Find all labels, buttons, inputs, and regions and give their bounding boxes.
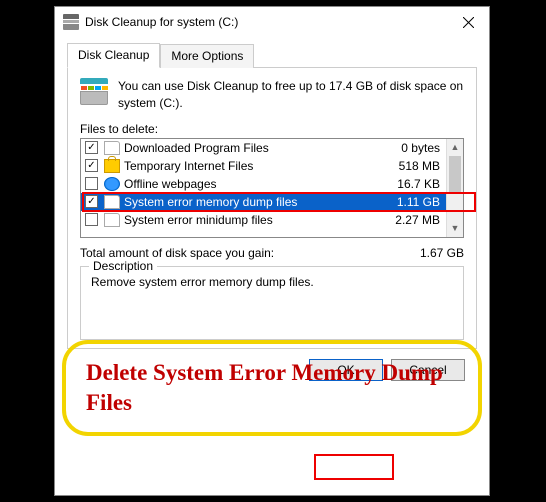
file-size: 16.7 KB bbox=[380, 177, 442, 191]
file-checkbox[interactable] bbox=[85, 177, 98, 190]
close-icon bbox=[463, 17, 474, 28]
file-name: Offline webpages bbox=[124, 177, 380, 191]
total-value: 1.67 GB bbox=[420, 246, 464, 260]
info-text: You can use Disk Cleanup to free up to 1… bbox=[118, 78, 464, 112]
file-size: 518 MB bbox=[380, 159, 442, 173]
total-label: Total amount of disk space you gain: bbox=[80, 246, 420, 260]
window-title: Disk Cleanup for system (C:) bbox=[85, 15, 447, 29]
files-to-delete-label: Files to delete: bbox=[80, 122, 464, 136]
total-row: Total amount of disk space you gain: 1.6… bbox=[80, 246, 464, 260]
description-text: Remove system error memory dump files. bbox=[91, 275, 453, 289]
file-checkbox[interactable] bbox=[85, 159, 98, 172]
scroll-thumb[interactable] bbox=[449, 156, 461, 192]
files-listbox[interactable]: Downloaded Program Files 0 bytes Tempora… bbox=[80, 138, 464, 238]
file-icon bbox=[104, 195, 120, 209]
close-button[interactable] bbox=[447, 8, 489, 36]
file-size: 0 bytes bbox=[380, 141, 442, 155]
file-row[interactable]: Offline webpages 16.7 KB bbox=[81, 175, 446, 193]
annotation-callout-text: Delete System Error Memory Dump Files bbox=[86, 358, 458, 418]
file-row[interactable]: Temporary Internet Files 518 MB bbox=[81, 157, 446, 175]
file-size: 1.11 GB bbox=[380, 195, 442, 209]
drive-icon bbox=[63, 14, 79, 30]
scrollbar[interactable]: ▲ ▼ bbox=[446, 139, 463, 237]
file-name: System error memory dump files bbox=[124, 195, 380, 209]
file-row[interactable]: System error minidump files 2.27 MB bbox=[81, 211, 446, 229]
file-checkbox[interactable] bbox=[85, 141, 98, 154]
file-checkbox[interactable] bbox=[85, 213, 98, 226]
tab-more-options[interactable]: More Options bbox=[160, 44, 254, 68]
files-list-inner: Downloaded Program Files 0 bytes Tempora… bbox=[81, 139, 446, 237]
tab-strip: Disk Cleanup More Options bbox=[67, 43, 477, 68]
file-name: Temporary Internet Files bbox=[124, 159, 380, 173]
info-row: You can use Disk Cleanup to free up to 1… bbox=[80, 78, 464, 112]
description-legend: Description bbox=[89, 259, 157, 273]
tab-panel: You can use Disk Cleanup to free up to 1… bbox=[67, 68, 477, 349]
scroll-down-button[interactable]: ▼ bbox=[447, 220, 463, 237]
file-name: System error minidump files bbox=[124, 213, 380, 227]
file-icon bbox=[104, 213, 120, 227]
scroll-track[interactable] bbox=[447, 156, 463, 220]
file-row-selected[interactable]: System error memory dump files 1.11 GB bbox=[81, 193, 446, 211]
file-icon bbox=[104, 141, 120, 155]
disk-cleanup-icon bbox=[80, 78, 108, 106]
description-group: Description Remove system error memory d… bbox=[80, 266, 464, 340]
annotation-callout: Delete System Error Memory Dump Files bbox=[62, 340, 482, 436]
file-size: 2.27 MB bbox=[380, 213, 442, 227]
scroll-up-button[interactable]: ▲ bbox=[447, 139, 463, 156]
file-checkbox[interactable] bbox=[85, 195, 98, 208]
titlebar: Disk Cleanup for system (C:) bbox=[55, 7, 489, 37]
screenshot-root: Disk Cleanup for system (C:) Disk Cleanu… bbox=[0, 0, 546, 502]
globe-icon bbox=[104, 177, 120, 191]
file-name: Downloaded Program Files bbox=[124, 141, 380, 155]
file-row[interactable]: Downloaded Program Files 0 bytes bbox=[81, 139, 446, 157]
lock-icon bbox=[104, 159, 120, 173]
tab-disk-cleanup[interactable]: Disk Cleanup bbox=[67, 43, 160, 68]
